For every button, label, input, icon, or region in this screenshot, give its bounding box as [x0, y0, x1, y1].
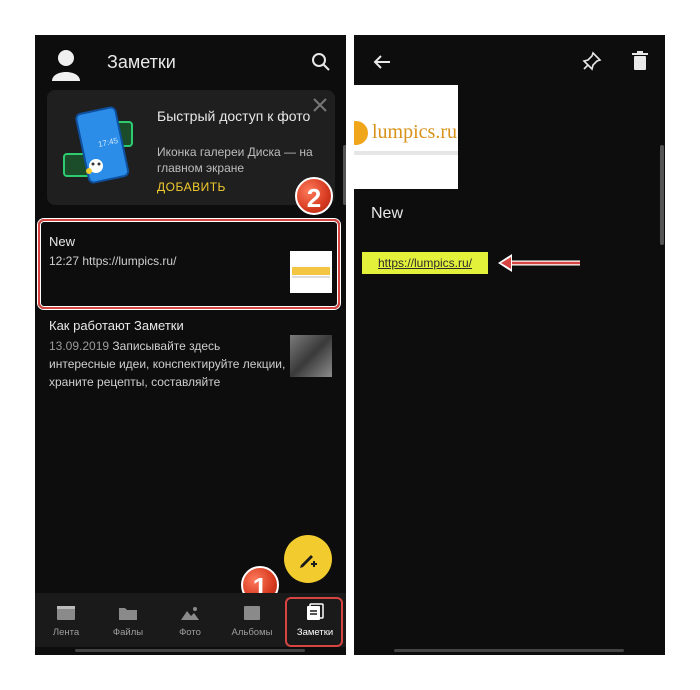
highlight-frame-note	[38, 219, 340, 309]
notes-list-screen: Заметки 17:45 Быстрый доступ к фото Икон…	[35, 35, 346, 655]
arrow-annotation	[494, 250, 584, 276]
page-title: Заметки	[107, 52, 176, 72]
pin-icon[interactable]	[582, 51, 602, 71]
nav-item-files[interactable]: Файлы	[97, 593, 159, 647]
note-date: 13.09.2019	[49, 339, 110, 353]
image-divider	[354, 151, 458, 155]
promo-description: Иконка галереи Диска — на главном экране	[157, 145, 313, 175]
search-icon[interactable]	[311, 52, 331, 72]
scrollbar[interactable]	[343, 145, 346, 205]
highlight-frame-nav	[285, 597, 343, 647]
nav-item-feed[interactable]: Лента	[35, 593, 97, 647]
create-note-button[interactable]	[284, 535, 332, 583]
nav-label: Альбомы	[231, 627, 273, 638]
note-title: Как работают Заметки	[49, 318, 184, 333]
nav-label: Файлы	[112, 627, 144, 638]
photo-icon	[181, 607, 199, 620]
add-button[interactable]: ДОБАВИТЬ	[157, 180, 226, 194]
image-logo-circle	[354, 121, 368, 145]
phone-illustration: 17:45	[62, 104, 142, 194]
trash-icon[interactable]	[631, 51, 649, 71]
back-arrow-icon[interactable]	[372, 52, 392, 72]
album-icon	[244, 606, 260, 620]
note-image[interactable]: lumpics.ru	[354, 85, 458, 189]
promo-card: 17:45 Быстрый доступ к фото Иконка галер…	[47, 90, 335, 205]
home-indicator	[394, 649, 624, 652]
home-indicator	[75, 649, 305, 652]
note-preview: 13.09.2019 Записывайте здесь интересные …	[49, 337, 289, 391]
nav-label: Фото	[179, 627, 201, 638]
pencil-plus-icon	[300, 555, 317, 568]
nav-item-albums[interactable]: Альбомы	[221, 593, 283, 647]
avatar[interactable]	[50, 47, 82, 81]
close-icon[interactable]	[313, 98, 327, 112]
note-thumbnail	[290, 335, 332, 377]
note-title: New	[371, 205, 404, 222]
promo-title: Быстрый доступ к фото	[157, 108, 311, 124]
folder-icon	[119, 608, 137, 620]
nav-item-photo[interactable]: Фото	[159, 593, 221, 647]
note-detail-screen: lumpics.ru New https://lumpics.ru/	[354, 35, 665, 655]
user-icon	[52, 50, 80, 81]
feed-icon	[57, 606, 75, 620]
step-badge-2: 2	[295, 177, 333, 215]
image-text: lumpics.ru	[372, 121, 457, 143]
nav-label: Лента	[52, 627, 80, 638]
scrollbar[interactable]	[660, 145, 664, 245]
note-link[interactable]: https://lumpics.ru/	[362, 252, 488, 274]
